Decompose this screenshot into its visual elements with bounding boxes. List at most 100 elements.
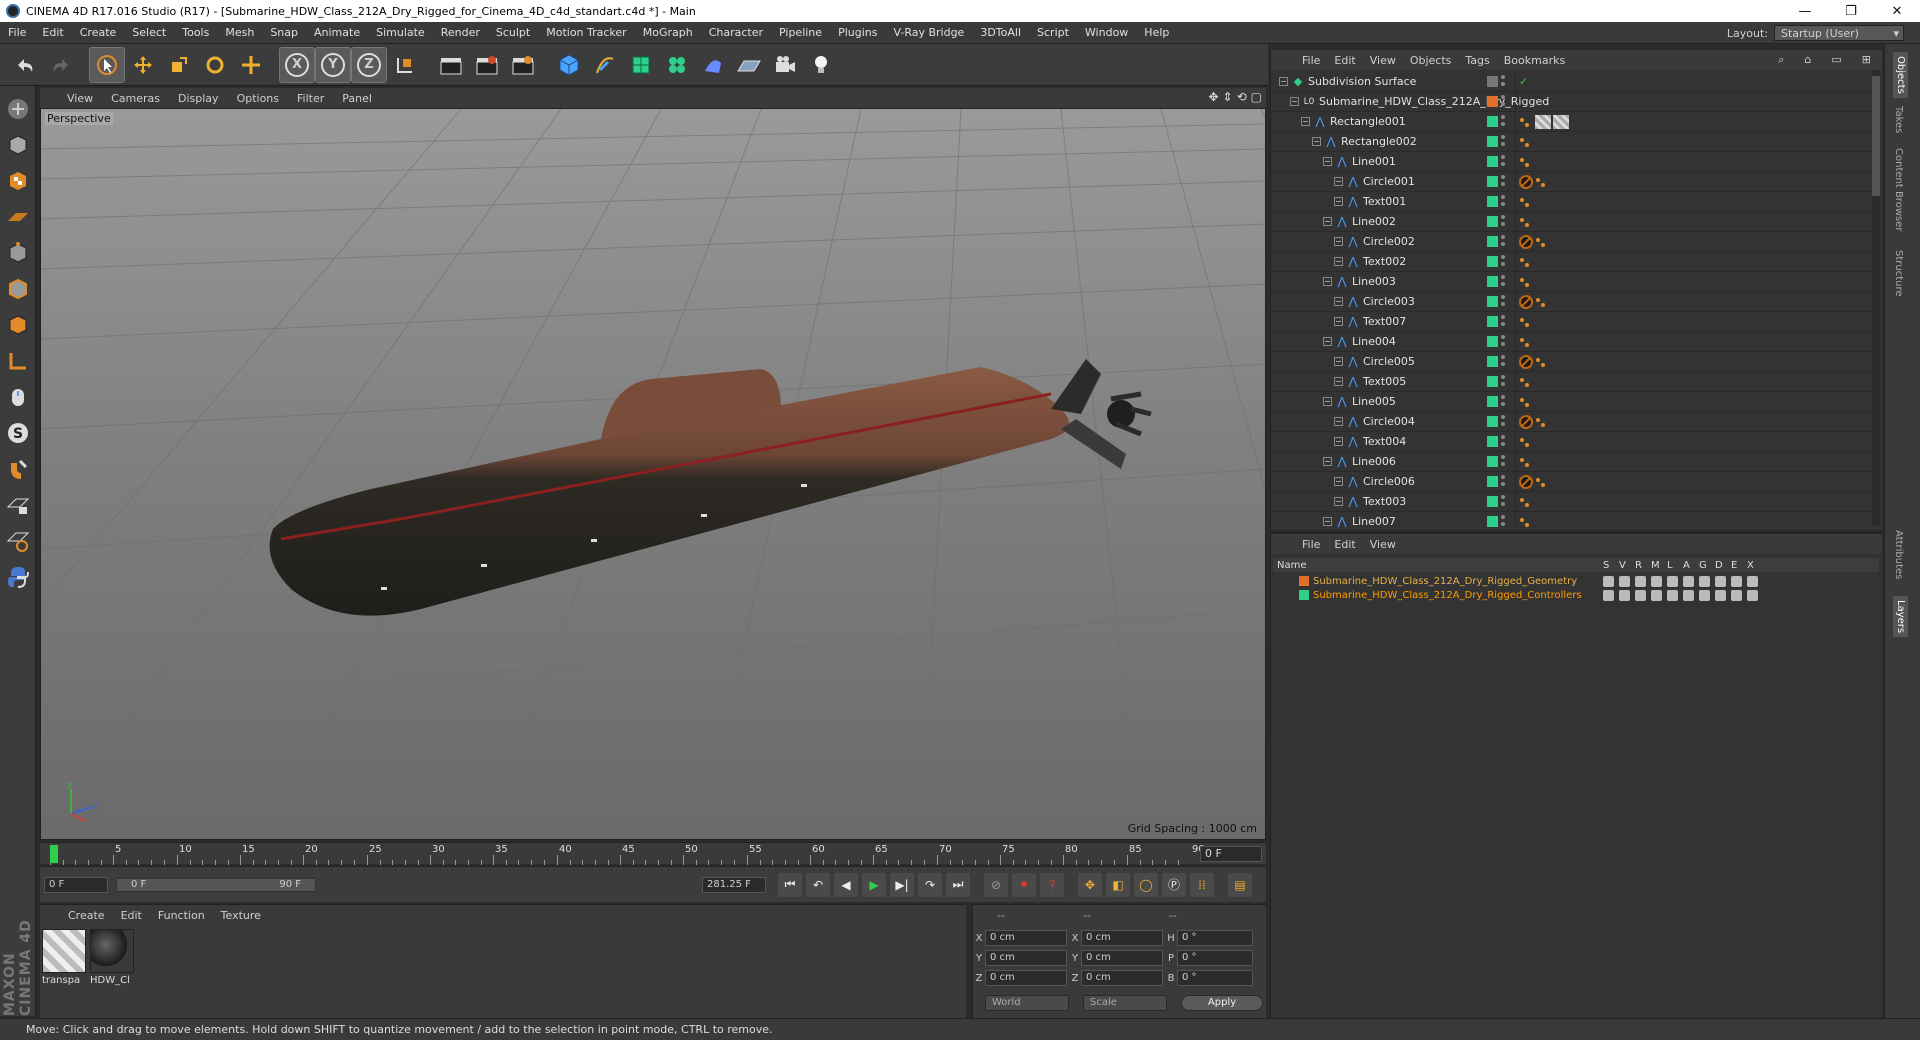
material-menu-edit[interactable]: Edit	[113, 909, 150, 922]
layer-visibility-toggle[interactable]	[1487, 274, 1507, 289]
expand-toggle-icon[interactable]: −	[1334, 357, 1343, 366]
position-y-field[interactable]: 0 cm	[985, 950, 1067, 966]
material-menu-texture[interactable]: Texture	[213, 909, 269, 922]
layer-visibility-toggle[interactable]	[1487, 254, 1507, 269]
menu-window[interactable]: Window	[1077, 26, 1136, 39]
next-key-button[interactable]: ↷	[918, 872, 942, 897]
render-picture-viewer-button[interactable]	[470, 48, 504, 82]
cube-object-button[interactable]	[552, 48, 586, 82]
deformer-button[interactable]	[696, 48, 730, 82]
objects-menu-edit[interactable]: Edit	[1327, 54, 1362, 67]
restore-button[interactable]: ❐	[1828, 0, 1874, 22]
menu-plugins[interactable]: Plugins	[830, 26, 885, 39]
constraint-tag-icon[interactable]	[1519, 294, 1533, 309]
expand-toggle-icon[interactable]: −	[1334, 257, 1343, 266]
rotation-h-field[interactable]: 0 °	[1177, 930, 1253, 946]
object-name[interactable]: − ⋀ Text007	[1334, 315, 1406, 328]
ik-tag-icon[interactable]	[1519, 435, 1533, 449]
previous-frame-button[interactable]: ◀	[834, 872, 858, 897]
layer-visibility-toggle[interactable]	[1487, 474, 1507, 489]
polygons-mode-button[interactable]	[3, 310, 33, 340]
object-row[interactable]: − ⋀ Rectangle001	[1271, 112, 1877, 132]
object-name[interactable]: − ⋀ Circle002	[1334, 235, 1415, 248]
ik-tag-icon[interactable]	[1519, 375, 1533, 389]
render-view-button[interactable]	[434, 48, 468, 82]
object-row[interactable]: − ⋀ Line006	[1271, 452, 1877, 472]
object-name[interactable]: − ⋀ Line002	[1323, 215, 1396, 228]
position-x-field[interactable]: 0 cm	[985, 930, 1067, 946]
object-row[interactable]: − ⋀ Circle005	[1271, 352, 1877, 372]
object-name[interactable]: − ⋀ Text005	[1334, 375, 1406, 388]
workplane-rotate-button[interactable]	[3, 526, 33, 556]
object-name[interactable]: − ⋀ Line001	[1323, 155, 1396, 168]
apply-button[interactable]: Apply	[1181, 995, 1263, 1011]
object-name[interactable]: − ⋀ Line006	[1323, 455, 1396, 468]
layer-visibility-toggle[interactable]	[1487, 374, 1507, 389]
object-name[interactable]: − ⋀ Circle005	[1334, 355, 1415, 368]
key-position-button[interactable]: ✥	[1078, 872, 1102, 897]
layer-visibility-toggle[interactable]	[1487, 414, 1507, 429]
ik-tag-icon[interactable]	[1519, 515, 1533, 529]
expand-toggle-icon[interactable]: −	[1323, 157, 1332, 166]
constraint-tag-icon[interactable]	[1519, 174, 1533, 189]
layer-visibility-toggle[interactable]	[1487, 494, 1507, 509]
size-z-field[interactable]: 0 cm	[1081, 970, 1163, 986]
ik-tag-icon[interactable]	[1535, 355, 1549, 369]
ik-tag-icon[interactable]	[1519, 315, 1533, 329]
layout-dropdown[interactable]: Startup (User) ▾	[1774, 25, 1904, 41]
expand-toggle-icon[interactable]: −	[1334, 497, 1343, 506]
expand-toggle-icon[interactable]: −	[1334, 377, 1343, 386]
rotation-b-field[interactable]: 0 °	[1177, 970, 1253, 986]
previous-key-button[interactable]: ↶	[806, 872, 830, 897]
objects-menu-tags[interactable]: Tags	[1458, 54, 1496, 67]
expand-toggle-icon[interactable]: −	[1323, 457, 1332, 466]
object-row[interactable]: − ⋀ Line005	[1271, 392, 1877, 412]
key-parameter-button[interactable]: Ⓟ	[1162, 872, 1186, 897]
menu-character[interactable]: Character	[701, 26, 771, 39]
object-row[interactable]: − ⋀ Circle003	[1271, 292, 1877, 312]
object-name[interactable]: − ⋀ Line005	[1323, 395, 1396, 408]
scrollbar-thumb[interactable]	[1872, 76, 1880, 196]
object-name[interactable]: − ⋀ Rectangle001	[1301, 115, 1406, 128]
rotate-tool-button[interactable]	[198, 48, 232, 82]
snap-toggle-button[interactable]: S	[3, 418, 33, 448]
tab-objects[interactable]: Objects	[1893, 52, 1908, 98]
texture-mode-button[interactable]	[3, 166, 33, 196]
expand-toggle-icon[interactable]: −	[1334, 237, 1343, 246]
object-row[interactable]: − ⋀ Text005	[1271, 372, 1877, 392]
object-row[interactable]: − ⋀ Line003	[1271, 272, 1877, 292]
rotation-p-field[interactable]: 0 °	[1177, 950, 1253, 966]
tab-structure[interactable]: Structure	[1893, 250, 1904, 297]
ik-tag-icon[interactable]	[1535, 415, 1549, 429]
floor-button[interactable]	[732, 48, 766, 82]
subdivision-surface-button[interactable]	[624, 48, 658, 82]
objects-menu-objects[interactable]: Objects	[1403, 54, 1459, 67]
object-row[interactable]: − ◆ Subdivision Surface ✓	[1271, 72, 1877, 92]
object-name[interactable]: − L0 Submarine_HDW_Class_212A_Dry_Rigged	[1290, 95, 1549, 108]
object-row[interactable]: − ⋀ Text002	[1271, 252, 1877, 272]
object-row[interactable]: − ⋀ Circle004	[1271, 412, 1877, 432]
layers-menu-view[interactable]: View	[1363, 538, 1403, 551]
menu-vray-bridge[interactable]: V-Ray Bridge	[885, 26, 972, 39]
object-name[interactable]: − ⋀ Circle003	[1334, 295, 1415, 308]
home-icon[interactable]: ⌂	[1797, 53, 1818, 67]
x-axis-lock-button[interactable]: X	[279, 46, 315, 83]
expand-toggle-icon[interactable]: −	[1334, 317, 1343, 326]
layer-row[interactable]: Submarine_HDW_Class_212A_Dry_Rigged_Cont…	[1273, 588, 1879, 602]
viewport-menu-cameras[interactable]: Cameras	[102, 92, 169, 105]
key-scale-button[interactable]: ◧	[1106, 872, 1130, 897]
ik-tag-icon[interactable]	[1535, 235, 1549, 249]
frame-range-slider[interactable]: 0 F 90 F	[116, 877, 316, 892]
menu-sculpt[interactable]: Sculpt	[488, 26, 538, 39]
size-y-field[interactable]: 0 cm	[1081, 950, 1163, 966]
object-name[interactable]: − ⋀ Rectangle002	[1312, 135, 1417, 148]
ik-tag-icon[interactable]	[1519, 135, 1533, 149]
layer-name[interactable]: Submarine_HDW_Class_212A_Dry_Rigged_Cont…	[1313, 590, 1582, 601]
move-tool-button[interactable]	[126, 48, 160, 82]
scale-tool-button[interactable]	[162, 48, 196, 82]
ik-tag-icon[interactable]	[1519, 215, 1533, 229]
menu-render[interactable]: Render	[433, 26, 488, 39]
ik-tag-icon[interactable]	[1519, 335, 1533, 349]
axis-mode-button[interactable]	[3, 346, 33, 376]
expand-toggle-icon[interactable]: −	[1301, 117, 1310, 126]
